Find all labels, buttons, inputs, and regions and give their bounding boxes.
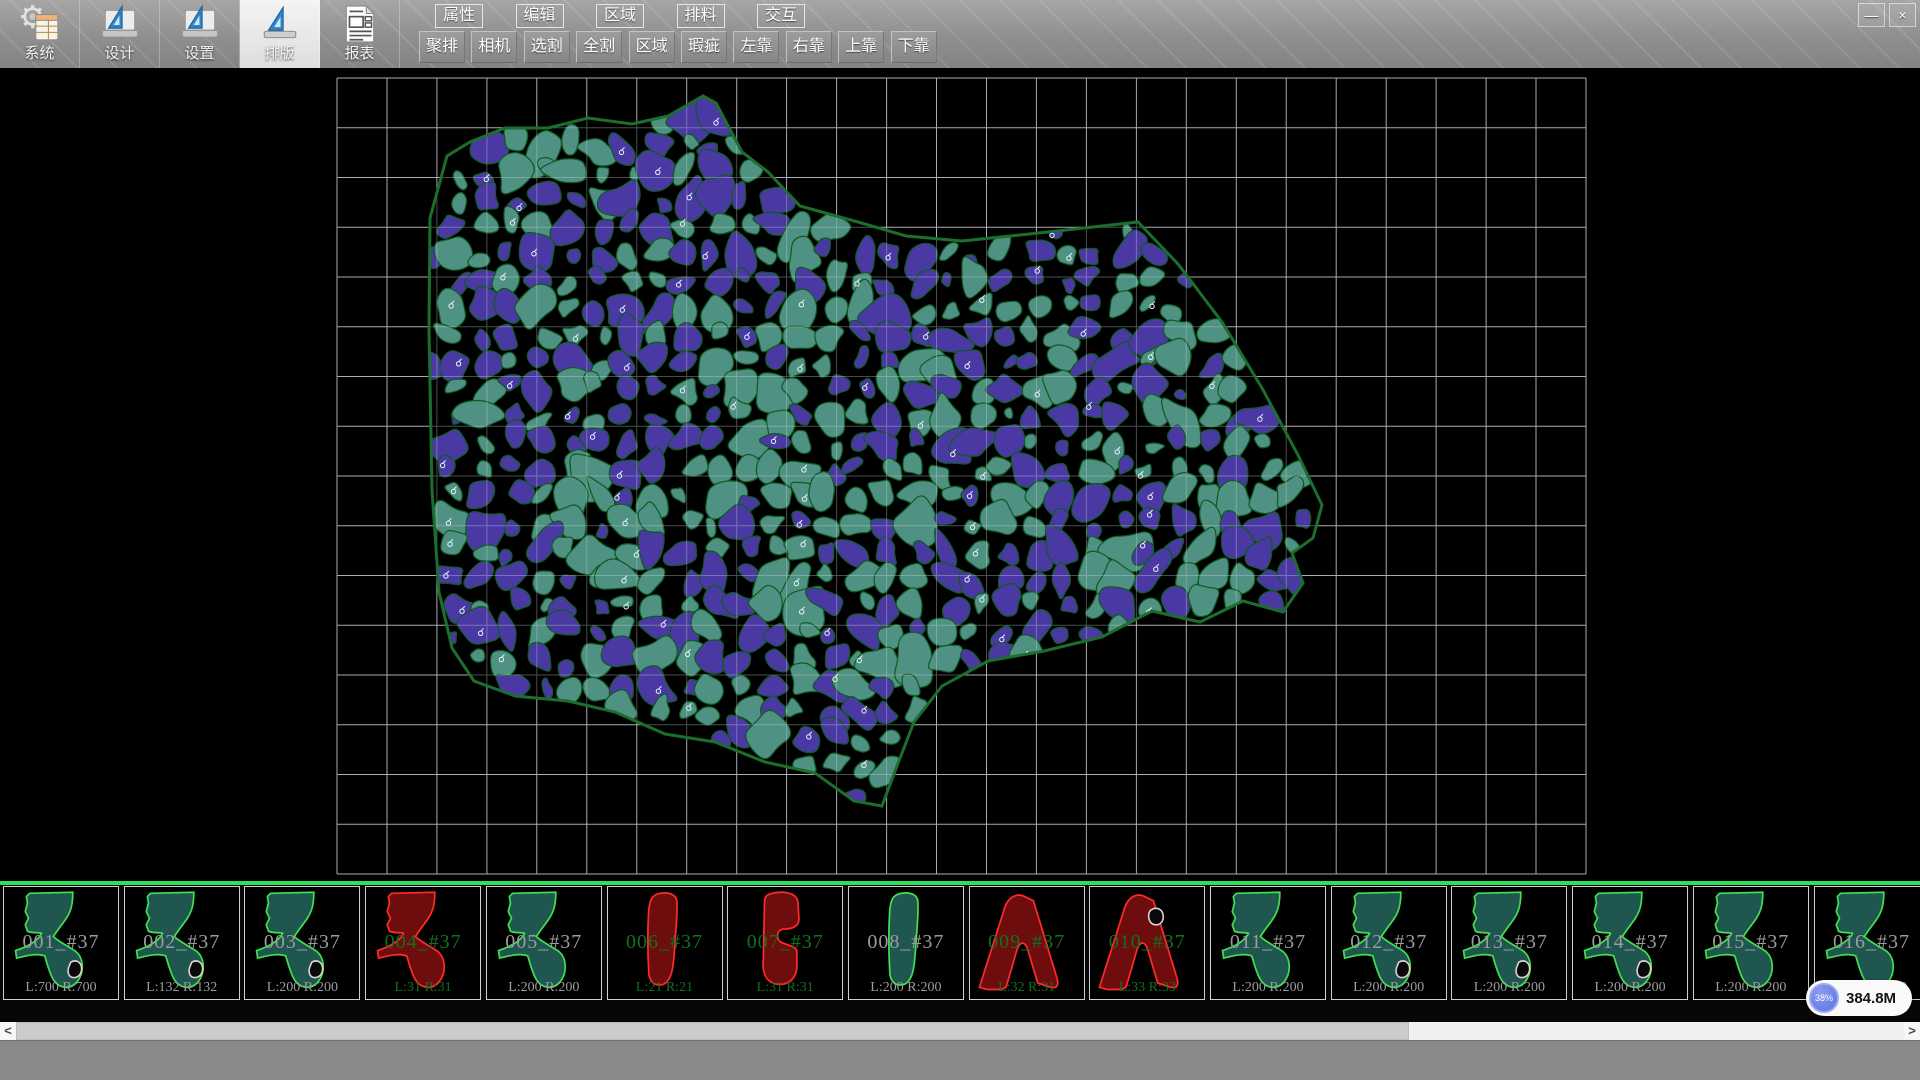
system-mode-button[interactable]: 系统 — [0, 0, 80, 68]
part-id-label: 012_#37 — [1332, 931, 1446, 954]
scroll-left-button[interactable]: < — [0, 1022, 16, 1040]
design-mode-button[interactable]: 设计 — [80, 0, 160, 68]
tool-button-5[interactable]: 区域 — [629, 31, 675, 63]
part-lr-label: L:200 R:200 — [1211, 980, 1325, 996]
top-toolbar: 系统设计设置排版报表 属性编辑区域排料交互 聚排相机选割全割区域瑕疵左靠右靠上靠… — [0, 0, 1920, 68]
tray-item-001_#37[interactable]: 001_#37 L:700 R:700 — [3, 886, 119, 1000]
menu-tab-4[interactable]: 排料 — [677, 4, 725, 28]
nesting-canvas[interactable] — [0, 68, 1920, 881]
settings-ruler-icon — [179, 3, 221, 45]
part-lr-label: L:200 R:200 — [1332, 980, 1446, 996]
scroll-right-button[interactable]: > — [1904, 1022, 1920, 1040]
tool-button-3[interactable]: 选割 — [524, 31, 570, 63]
part-lr-label: L:200 R:200 — [245, 980, 359, 996]
tray-item-006_#37[interactable]: 006_#37 L:21 R:21 — [607, 886, 723, 1000]
tray-item-007_#37[interactable]: 007_#37 L:31 R:31 — [727, 886, 843, 1000]
part-id-label: 001_#37 — [4, 931, 118, 954]
tool-button-10[interactable]: 下靠 — [891, 31, 937, 63]
parts-tray: 001_#37 L:700 R:700 002_#37 L:132 R:132 003_… — [0, 885, 1920, 1022]
tray-item-013_#37[interactable]: 013_#37 L:200 R:200 — [1451, 886, 1567, 1000]
layout-mode-label: 排版 — [264, 45, 294, 63]
nesting-canvas-svg — [0, 68, 1920, 881]
tray-item-014_#37[interactable]: 014_#37 L:200 R:200 — [1572, 886, 1688, 1000]
memory-value: 384.8M — [1846, 990, 1896, 1007]
part-id-label: 014_#37 — [1573, 931, 1687, 954]
part-lr-label: L:21 R:21 — [608, 980, 722, 996]
application-window: 系统设计设置排版报表 属性编辑区域排料交互 聚排相机选割全割区域瑕疵左靠右靠上靠… — [0, 0, 1920, 1080]
part-id-label: 004_#37 — [366, 931, 480, 954]
part-id-label: 016_#37 — [1815, 931, 1920, 954]
tray-item-004_#37[interactable]: 004_#37 L:31 R:31 — [365, 886, 481, 1000]
tool-button-8[interactable]: 右靠 — [786, 31, 832, 63]
part-lr-label: L:200 R:200 — [1694, 980, 1808, 996]
part-lr-label: L:132 R:132 — [125, 980, 239, 996]
part-id-label: 002_#37 — [125, 931, 239, 954]
part-lr-label: L:200 R:200 — [1452, 980, 1566, 996]
report-mode-label: 报表 — [344, 45, 374, 63]
tray-item-011_#37[interactable]: 011_#37 L:200 R:200 — [1210, 886, 1326, 1000]
part-lr-label: L:200 R:200 — [1573, 980, 1687, 996]
tool-button-7[interactable]: 左靠 — [733, 31, 779, 63]
tool-button-4[interactable]: 全割 — [576, 31, 622, 63]
tray-item-005_#37[interactable]: 005_#37 L:200 R:200 — [486, 886, 602, 1000]
tool-button-9[interactable]: 上靠 — [838, 31, 884, 63]
progress-circle: 38% — [1809, 983, 1839, 1013]
tray-item-012_#37[interactable]: 012_#37 L:200 R:200 — [1331, 886, 1447, 1000]
menu-tab-2[interactable]: 编辑 — [516, 4, 564, 28]
part-id-label: 015_#37 — [1694, 931, 1808, 954]
part-lr-label: L:31 R:31 — [728, 980, 842, 996]
part-id-label: 006_#37 — [608, 931, 722, 954]
settings-mode-button[interactable]: 设置 — [160, 0, 240, 68]
tray-item-010_#37[interactable]: 010_#37 L:33 R:33 — [1089, 886, 1205, 1000]
tray-item-008_#37[interactable]: 008_#37 L:200 R:200 — [848, 886, 964, 1000]
close-button[interactable]: × — [1889, 3, 1916, 27]
part-lr-label: L:32 R:31 — [970, 980, 1084, 996]
report-doc-icon — [339, 3, 381, 45]
horizontal-scrollbar[interactable]: < > — [0, 1022, 1920, 1040]
layout-mode-button[interactable]: 排版 — [240, 0, 320, 68]
tray-item-015_#37[interactable]: 015_#37 L:200 R:200 — [1693, 886, 1809, 1000]
part-id-label: 003_#37 — [245, 931, 359, 954]
part-id-label: 007_#37 — [728, 931, 842, 954]
layout-ruler-icon — [259, 3, 301, 45]
part-id-label: 005_#37 — [487, 931, 601, 954]
memory-badge: 38% 384.8M — [1806, 980, 1912, 1016]
tool-button-1[interactable]: 聚排 — [419, 31, 465, 63]
menu-tab-1[interactable]: 属性 — [435, 4, 483, 28]
menu-tab-5[interactable]: 交互 — [757, 4, 805, 28]
part-lr-label: L:200 R:200 — [487, 980, 601, 996]
tool-button-6[interactable]: 瑕疵 — [681, 31, 727, 63]
tray-item-009_#37[interactable]: 009_#37 L:32 R:31 — [969, 886, 1085, 1000]
menu-tab-3[interactable]: 区域 — [596, 4, 644, 28]
tool-button-2[interactable]: 相机 — [471, 31, 517, 63]
part-lr-label: L:200 R:200 — [849, 980, 963, 996]
tray-item-002_#37[interactable]: 002_#37 L:132 R:132 — [124, 886, 240, 1000]
design-ruler-icon — [99, 3, 141, 45]
part-id-label: 008_#37 — [849, 931, 963, 954]
part-id-label: 011_#37 — [1211, 931, 1325, 954]
status-bar — [0, 1040, 1920, 1080]
part-lr-label: L:33 R:33 — [1090, 980, 1204, 996]
system-mode-label: 系统 — [24, 45, 54, 63]
system-gear-icon — [19, 3, 61, 45]
scrollbar-thumb[interactable] — [16, 1022, 1409, 1040]
report-mode-button[interactable]: 报表 — [320, 0, 400, 68]
part-id-label: 010_#37 — [1090, 931, 1204, 954]
part-lr-label: L:31 R:31 — [366, 980, 480, 996]
part-lr-label: L:700 R:700 — [4, 980, 118, 996]
part-id-label: 013_#37 — [1452, 931, 1566, 954]
design-mode-label: 设计 — [104, 45, 134, 63]
tray-item-003_#37[interactable]: 003_#37 L:200 R:200 — [244, 886, 360, 1000]
part-id-label: 009_#37 — [970, 931, 1084, 954]
minimize-button[interactable]: — — [1858, 3, 1885, 27]
settings-mode-label: 设置 — [184, 45, 214, 63]
